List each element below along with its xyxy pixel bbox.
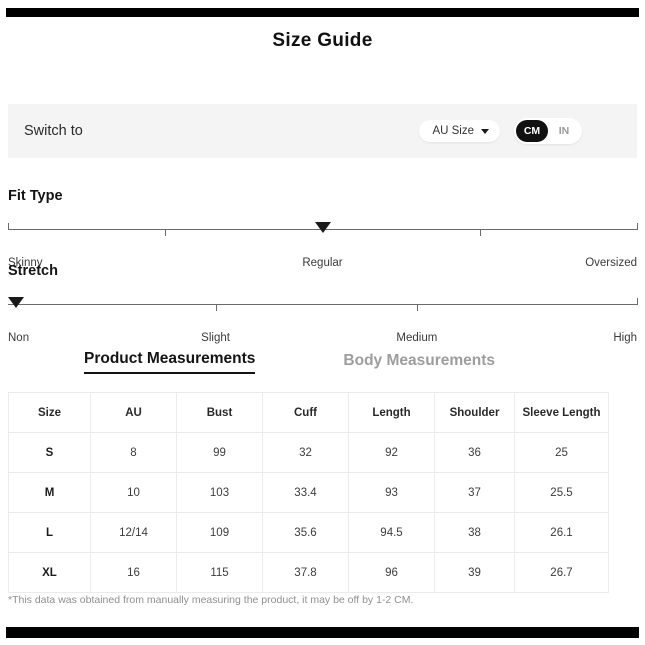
fit-type-tick — [165, 229, 167, 236]
stretch-tick — [416, 304, 418, 311]
table-body: S 8 99 32 92 36 25 M 10 103 33.4 93 37 25.5 L 12/14 109 3… — [8, 432, 609, 593]
table-cell-size: XL — [8, 552, 91, 593]
stretch-label-medium: Medium — [396, 332, 438, 344]
table-cell: 92 — [348, 432, 435, 473]
measurement-disclaimer: *This data was obtained from manually me… — [8, 594, 414, 606]
stretch-label-high: High — [613, 332, 637, 344]
table-cell: 39 — [434, 552, 515, 593]
table-cell: 37 — [434, 472, 515, 513]
tab-product-measurements[interactable]: Product Measurements — [84, 350, 256, 374]
stretch-section: Stretch Non Slight Medium High — [8, 263, 638, 350]
top-rail-bar — [6, 8, 639, 17]
switch-to-label: Switch to — [24, 123, 83, 139]
table-cell: 12/14 — [90, 512, 177, 553]
measurement-tabs: Product Measurements Body Measurements — [8, 350, 637, 374]
stretch-heading: Stretch — [8, 263, 58, 279]
table-cell: 25 — [514, 432, 609, 473]
bottom-rail-bar — [6, 627, 639, 638]
fit-type-heading: Fit Type — [8, 188, 63, 204]
table-header-cell-4: Length — [348, 392, 435, 433]
table-cell-size: L — [8, 512, 91, 553]
table-cell: 26.7 — [514, 552, 609, 593]
fit-type-marker — [314, 222, 331, 233]
table-cell: 8 — [90, 432, 177, 473]
fit-type-tick — [8, 223, 9, 230]
stretch-tick — [637, 298, 638, 305]
unit-toggle[interactable]: CM IN — [514, 118, 582, 144]
table-cell: 37.8 — [262, 552, 349, 593]
size-measurement-table: Size AU Bust Cuff Length Shoulder Sleeve Lengt… — [8, 392, 609, 593]
table-cell: 16 — [90, 552, 177, 593]
table-cell: 26.1 — [514, 512, 609, 553]
switch-controls: AU Size CM IN — [419, 118, 582, 144]
table-cell: 109 — [176, 512, 263, 553]
fit-type-tick — [637, 223, 638, 230]
table-cell: 99 — [176, 432, 263, 473]
unit-option-cm[interactable]: CM — [516, 120, 548, 142]
table-row: L 12/14 109 35.6 94.5 38 26.1 — [8, 512, 609, 553]
size-guide-page: Size Guide Switch to AU Size CM IN Fit T… — [0, 0, 645, 645]
tab-body-measurements[interactable]: Body Measurements — [343, 352, 495, 374]
fit-type-tick — [479, 229, 481, 236]
table-row: S 8 99 32 92 36 25 — [8, 432, 609, 473]
table-cell: 93 — [348, 472, 435, 513]
size-system-dropdown[interactable]: AU Size — [419, 120, 500, 142]
fit-type-scale[interactable] — [8, 220, 638, 254]
table-cell-size: M — [8, 472, 91, 513]
stretch-axis-line — [8, 304, 637, 305]
table-cell: 10 — [90, 472, 177, 513]
table-header-cell-0: Size — [8, 392, 91, 433]
page-title: Size Guide — [272, 30, 373, 51]
size-system-value: AU Size — [432, 125, 474, 137]
table-cell: 96 — [348, 552, 435, 593]
chevron-down-icon — [481, 128, 489, 134]
table-cell-size: S — [8, 432, 91, 473]
table-row: M 10 103 33.4 93 37 25.5 — [8, 472, 609, 513]
table-cell: 32 — [262, 432, 349, 473]
stretch-label-slight: Slight — [201, 332, 230, 344]
table-cell: 33.4 — [262, 472, 349, 513]
table-cell: 38 — [434, 512, 515, 553]
stretch-labels: Non Slight Medium High — [8, 332, 637, 350]
unit-switch-bar: Switch to AU Size CM IN — [8, 104, 637, 158]
stretch-tick — [215, 304, 217, 311]
stretch-scale[interactable] — [8, 295, 638, 329]
stretch-label-non: Non — [8, 332, 30, 344]
table-row: XL 16 115 37.8 96 39 26.7 — [8, 552, 609, 593]
table-header-cell-2: Bust — [176, 392, 263, 433]
table-cell: 115 — [176, 552, 263, 593]
table-cell: 35.6 — [262, 512, 349, 553]
table-header-cell-6: Sleeve Length — [514, 392, 609, 433]
table-header-cell-3: Cuff — [262, 392, 349, 433]
fit-type-section: Fit Type Skinny Regular Oversized — [8, 188, 638, 275]
stretch-marker — [8, 297, 24, 308]
unit-option-in[interactable]: IN — [548, 120, 580, 142]
table-cell: 103 — [176, 472, 263, 513]
table-cell: 36 — [434, 432, 515, 473]
table-cell: 25.5 — [514, 472, 609, 513]
table-header-cell-5: Shoulder — [434, 392, 515, 433]
table-header-row: Size AU Bust Cuff Length Shoulder Sleeve Lengt… — [8, 392, 609, 433]
table-header-cell-1: AU — [90, 392, 177, 433]
table-cell: 94.5 — [348, 512, 435, 553]
